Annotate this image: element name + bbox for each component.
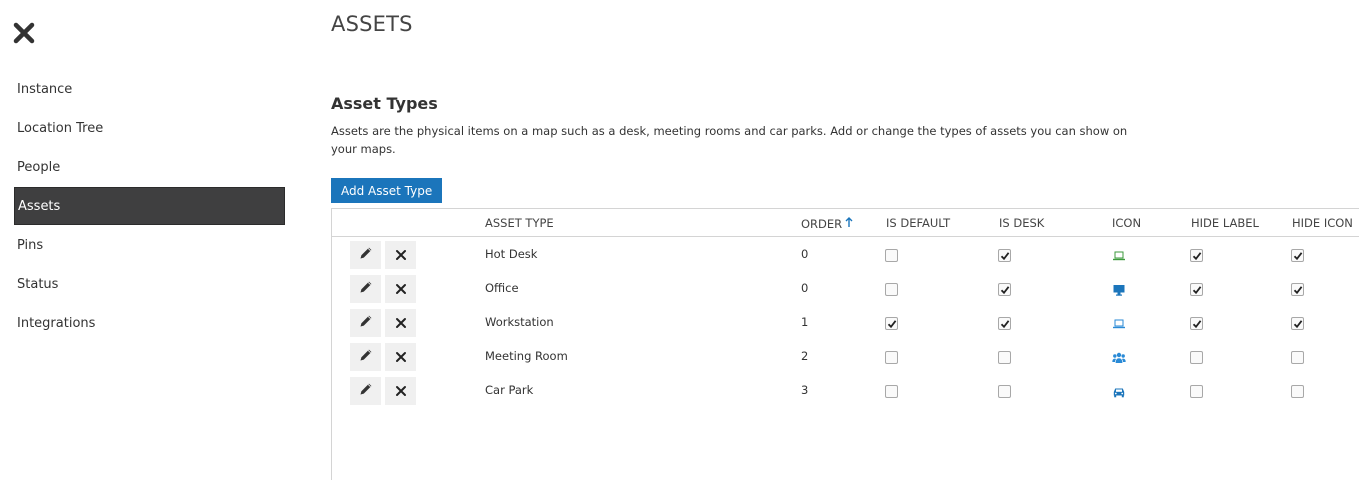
asset-type-order: 1 (801, 315, 809, 329)
close-icon (395, 348, 407, 367)
column-header-asset-type[interactable]: ASSET TYPE (485, 216, 554, 230)
close-icon (395, 246, 407, 265)
asset-type-name: Office (485, 281, 519, 295)
pencil-icon (358, 313, 374, 333)
pencil-icon (358, 279, 374, 299)
is-desk-checkbox[interactable] (998, 249, 1011, 262)
close-icon (395, 280, 407, 299)
column-header-order-label: ORDER (801, 217, 843, 231)
hide-label-checkbox[interactable] (1190, 249, 1203, 262)
edit-button[interactable] (350, 343, 381, 371)
sort-ascending-icon (845, 217, 853, 231)
pencil-icon (358, 347, 374, 367)
asset-type-order: 2 (801, 349, 809, 363)
pencil-icon (358, 245, 374, 265)
table-row: Meeting Room 2 (332, 340, 1359, 374)
edit-button[interactable] (350, 275, 381, 303)
sidebar-item-people[interactable]: People (14, 148, 285, 186)
column-header-icon[interactable]: ICON (1112, 216, 1141, 230)
hide-label-checkbox[interactable] (1190, 385, 1203, 398)
delete-button[interactable] (385, 377, 416, 405)
hide-label-checkbox[interactable] (1190, 351, 1203, 364)
sidebar-item-label: Status (17, 276, 59, 292)
delete-button[interactable] (385, 275, 416, 303)
close-icon (395, 382, 407, 401)
table-row: Workstation 1 (332, 306, 1359, 340)
asset-type-order: 0 (801, 281, 809, 295)
sidebar-item-pins[interactable]: Pins (14, 226, 285, 264)
car-icon[interactable] (1112, 384, 1126, 398)
sidebar-item-assets[interactable]: Assets (14, 187, 285, 225)
sidebar-nav: Instance Location Tree People Assets Pin… (14, 70, 285, 343)
edit-button[interactable] (350, 377, 381, 405)
laptop-icon[interactable] (1112, 248, 1126, 262)
table-row: Car Park 3 (332, 374, 1359, 408)
hide-icon-checkbox[interactable] (1291, 249, 1304, 262)
hide-label-checkbox[interactable] (1190, 317, 1203, 330)
asset-type-order: 3 (801, 383, 809, 397)
column-header-hide-label[interactable]: HIDE LABEL (1191, 216, 1259, 230)
hide-icon-checkbox[interactable] (1291, 385, 1304, 398)
section-description: Assets are the physical items on a map s… (331, 124, 1128, 156)
sidebar-item-label: Instance (17, 81, 73, 97)
is-desk-checkbox[interactable] (998, 351, 1011, 364)
sidebar-item-label: Location Tree (17, 120, 104, 136)
section-title: Asset Types (331, 94, 438, 113)
asset-type-name: Hot Desk (485, 247, 538, 261)
column-header-order[interactable]: ORDER (801, 217, 853, 231)
edit-button[interactable] (350, 309, 381, 337)
hide-label-checkbox[interactable] (1190, 283, 1203, 296)
is-desk-checkbox[interactable] (998, 283, 1011, 296)
asset-type-name: Car Park (485, 383, 534, 397)
asset-type-order: 0 (801, 247, 809, 261)
add-asset-type-button[interactable]: Add Asset Type (331, 178, 443, 203)
sidebar-item-label: People (17, 159, 61, 175)
table-row: Hot Desk 0 (332, 238, 1359, 272)
close-icon (395, 314, 407, 333)
hide-icon-checkbox[interactable] (1291, 283, 1304, 296)
sidebar-item-integrations[interactable]: Integrations (14, 304, 285, 342)
column-header-is-default[interactable]: IS DEFAULT (886, 216, 950, 230)
column-header-is-desk[interactable]: IS DESK (999, 216, 1044, 230)
sidebar-item-instance[interactable]: Instance (14, 70, 285, 108)
edit-button[interactable] (350, 241, 381, 269)
is-desk-checkbox[interactable] (998, 385, 1011, 398)
is-default-checkbox[interactable] (885, 351, 898, 364)
sidebar-item-location-tree[interactable]: Location Tree (14, 109, 285, 147)
is-default-checkbox[interactable] (885, 283, 898, 296)
is-default-checkbox[interactable] (885, 385, 898, 398)
asset-types-table: ASSET TYPE ORDER IS DEFAULT IS DESK ICON… (331, 208, 1359, 480)
delete-button[interactable] (385, 309, 416, 337)
sidebar-item-label: Pins (17, 237, 44, 253)
hide-icon-checkbox[interactable] (1291, 317, 1304, 330)
is-default-checkbox[interactable] (885, 317, 898, 330)
sidebar-item-status[interactable]: Status (14, 265, 285, 303)
sidebar-item-label: Assets (18, 198, 61, 214)
table-header: ASSET TYPE ORDER IS DEFAULT IS DESK ICON… (332, 208, 1359, 237)
close-icon[interactable] (11, 20, 37, 46)
desktop-icon[interactable] (1112, 282, 1126, 296)
is-default-checkbox[interactable] (885, 249, 898, 262)
delete-button[interactable] (385, 241, 416, 269)
asset-type-name: Workstation (485, 315, 554, 329)
hide-icon-checkbox[interactable] (1291, 351, 1304, 364)
laptop-icon[interactable] (1112, 316, 1126, 330)
page-title: ASSETS (331, 12, 413, 36)
pencil-icon (358, 381, 374, 401)
is-desk-checkbox[interactable] (998, 317, 1011, 330)
users-icon[interactable] (1112, 350, 1126, 364)
sidebar-item-label: Integrations (17, 315, 96, 331)
delete-button[interactable] (385, 343, 416, 371)
table-row: Office 0 (332, 272, 1359, 306)
column-header-hide-icon[interactable]: HIDE ICON (1292, 216, 1353, 230)
asset-type-name: Meeting Room (485, 349, 568, 363)
